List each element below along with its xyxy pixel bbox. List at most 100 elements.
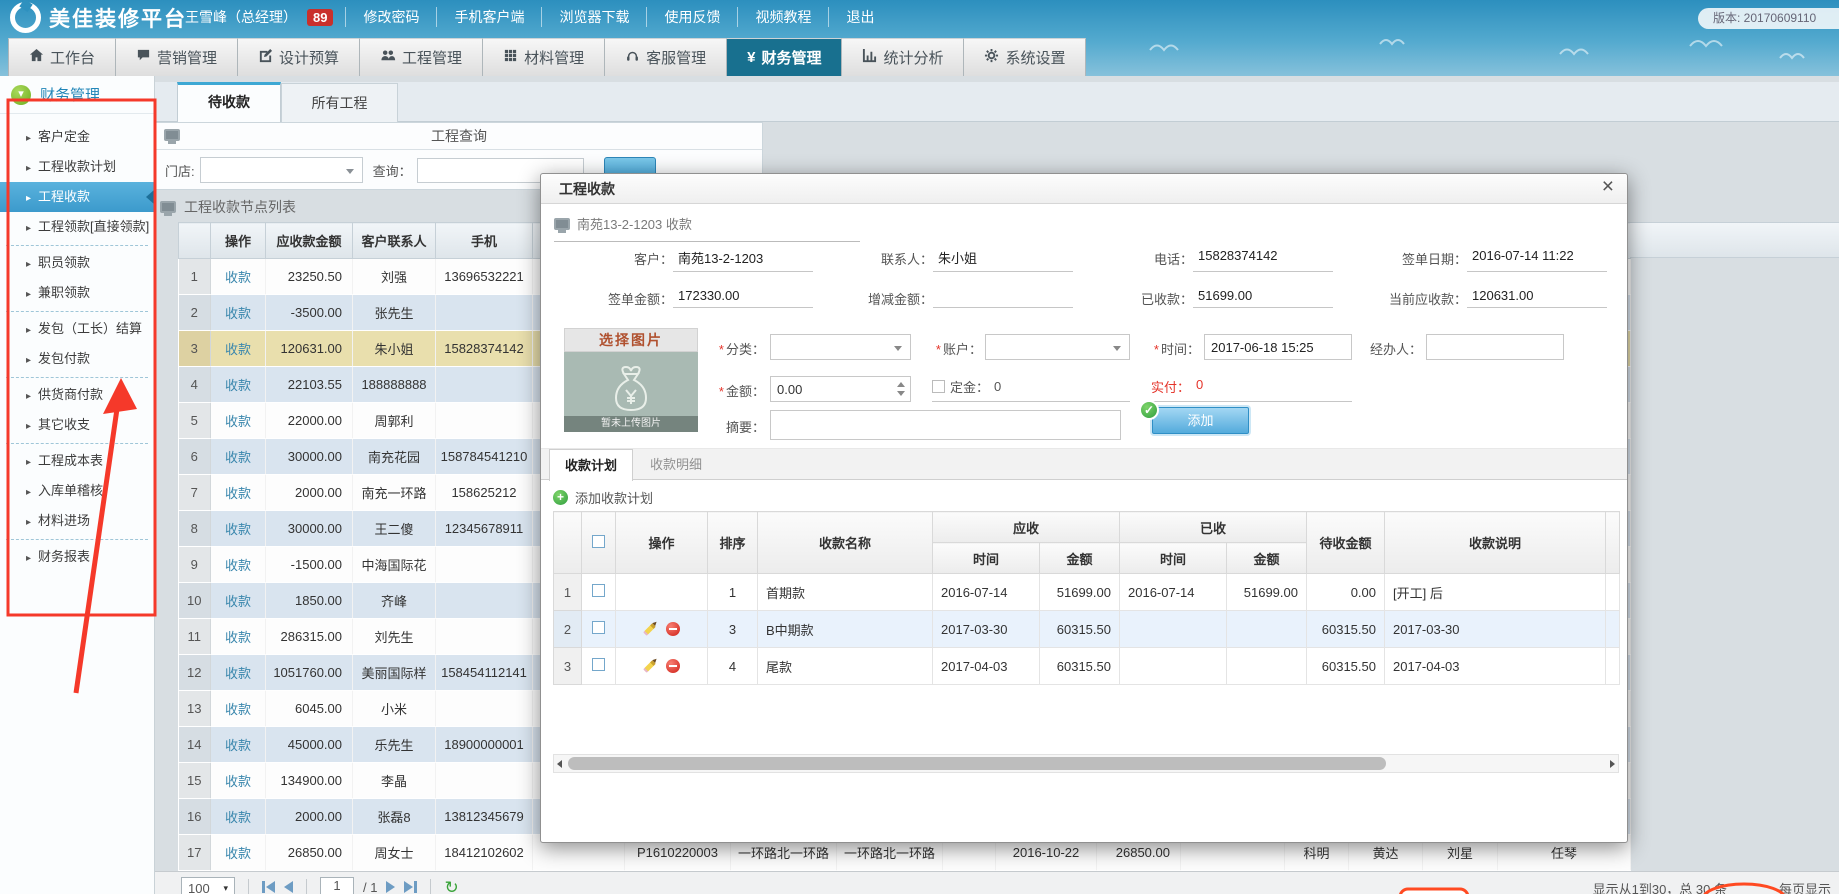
store-select[interactable]: [200, 157, 363, 183]
plan-row[interactable]: 23B中期款2017-03-3060315.5060315.502017-03-…: [554, 611, 1620, 648]
collect-link[interactable]: 收款: [225, 522, 251, 537]
user-name[interactable]: 王雪峰（总经理）: [185, 7, 297, 27]
sidebar-item[interactable]: ▸财务报表: [0, 542, 154, 572]
sidebar-item[interactable]: ▸供货商付款: [0, 380, 154, 410]
first-page-button[interactable]: [262, 881, 275, 893]
top-menu-item[interactable]: 视频教程: [737, 7, 828, 27]
stepper-down-icon[interactable]: [897, 391, 905, 396]
required-mark: *: [719, 384, 724, 399]
agent-input[interactable]: [1426, 334, 1564, 360]
collect-link[interactable]: 收款: [225, 738, 251, 753]
account-select[interactable]: [985, 334, 1130, 360]
row-checkbox[interactable]: [592, 621, 605, 634]
collect-link[interactable]: 收款: [225, 666, 251, 681]
tab-all-projects[interactable]: 所有工程: [281, 83, 398, 122]
sidebar-item[interactable]: ▸工程收款计划: [0, 152, 154, 182]
sidebar-item[interactable]: ▸发包付款: [0, 344, 154, 374]
nav-tab-9[interactable]: 系统设置: [964, 38, 1086, 76]
sidebar-item[interactable]: ▸发包（工长）结算: [0, 314, 154, 344]
plan-row[interactable]: 34尾款2017-04-0360315.5060315.502017-04-03: [554, 648, 1620, 685]
nav-tab-8[interactable]: 统计分析: [842, 38, 964, 76]
field-label: 签单日期：: [1341, 248, 1467, 272]
delete-icon[interactable]: [666, 659, 680, 673]
sidebar-item-label: 工程收款: [38, 189, 90, 204]
tab-payment-plan[interactable]: 收款计划: [549, 449, 633, 481]
amount-stepper[interactable]: 0.00: [770, 376, 911, 402]
top-menu-item[interactable]: 修改密码: [345, 7, 436, 27]
collect-link[interactable]: 收款: [225, 450, 251, 465]
tab-pending-receivables[interactable]: 待收款: [177, 82, 281, 122]
sidebar-item[interactable]: ▸材料进场: [0, 506, 154, 536]
table-cell: 22000.00: [266, 403, 353, 439]
stepper-up-icon[interactable]: [897, 382, 905, 387]
nav-tab-4[interactable]: 工程管理: [360, 38, 483, 76]
nav-tab-7[interactable]: ¥财务管理: [727, 38, 842, 76]
collect-link[interactable]: 收款: [225, 342, 251, 357]
recv-time-cell: 2016-07-14: [1120, 574, 1227, 611]
collect-link[interactable]: 收款: [225, 306, 251, 321]
sidebar-item[interactable]: ▸工程成本表: [0, 446, 154, 476]
page-size-select[interactable]: 100 ▾: [181, 877, 235, 894]
plan-row[interactable]: 11首期款2016-07-1451699.002016-07-1451699.0…: [554, 574, 1620, 611]
edit-icon[interactable]: [643, 623, 656, 636]
prev-page-button[interactable]: [284, 881, 293, 893]
collect-link[interactable]: 收款: [225, 414, 251, 429]
dropdown-icon: ▾: [223, 883, 228, 894]
page-number-input[interactable]: 1: [320, 877, 354, 894]
next-page-button[interactable]: [386, 881, 395, 893]
due-time-cell: 2017-04-03: [933, 648, 1040, 685]
scrollbar-thumb[interactable]: [568, 757, 1386, 770]
column-header: 手机: [436, 223, 533, 259]
top-menu-item[interactable]: 浏览器下载: [541, 7, 646, 27]
tab-payment-detail[interactable]: 收款明细: [636, 449, 716, 481]
collect-link[interactable]: 收款: [225, 630, 251, 645]
sidebar-item[interactable]: ▸兼职领款: [0, 278, 154, 308]
top-menu-item[interactable]: 退出: [828, 7, 891, 27]
nav-tab-1[interactable]: 工作台: [8, 38, 116, 76]
collect-link[interactable]: 收款: [225, 558, 251, 573]
scroll-right-icon[interactable]: [1610, 760, 1615, 768]
edit-icon[interactable]: [643, 660, 656, 673]
delete-icon[interactable]: [666, 622, 680, 636]
deposit-checkbox[interactable]: [932, 380, 945, 393]
nav-tab-5[interactable]: 材料管理: [483, 38, 605, 76]
collect-link[interactable]: 收款: [225, 378, 251, 393]
category-select[interactable]: [770, 334, 911, 360]
horizontal-scrollbar[interactable]: [553, 754, 1619, 773]
notification-badge[interactable]: 89: [307, 9, 333, 26]
add-payment-button[interactable]: 添加: [1152, 407, 1249, 434]
sidebar-header[interactable]: ▾ 财务管理: [0, 76, 154, 114]
sidebar-item[interactable]: ▸其它收支: [0, 410, 154, 440]
sidebar-item[interactable]: ▸工程收款: [0, 182, 154, 212]
nav-tab-2[interactable]: 营销管理: [116, 38, 238, 76]
collect-link[interactable]: 收款: [225, 270, 251, 285]
summary-input[interactable]: [770, 410, 1121, 440]
collect-link[interactable]: 收款: [225, 774, 251, 789]
collect-link[interactable]: 收款: [225, 846, 251, 861]
close-icon[interactable]: ×: [1602, 175, 1614, 199]
select-all-checkbox[interactable]: [592, 535, 605, 548]
add-plan-link[interactable]: + 添加收款计划: [553, 488, 653, 507]
scroll-left-icon[interactable]: [557, 760, 562, 768]
image-upload[interactable]: 选择图片 暂未上传图片: [564, 328, 698, 432]
collect-link[interactable]: 收款: [225, 810, 251, 825]
refresh-icon[interactable]: ↻: [444, 878, 458, 894]
time-input[interactable]: 2017-06-18 15:25: [1204, 334, 1352, 360]
sidebar-item[interactable]: ▸入库单稽核: [0, 476, 154, 506]
top-menu-item[interactable]: 手机客户端: [436, 7, 541, 27]
collapse-icon[interactable]: ▾: [11, 85, 31, 105]
row-checkbox[interactable]: [592, 584, 605, 597]
collect-link[interactable]: 收款: [225, 486, 251, 501]
row-checkbox[interactable]: [592, 658, 605, 671]
collect-link[interactable]: 收款: [225, 702, 251, 717]
sidebar-item[interactable]: ▸工程领款[直接领款]: [0, 212, 154, 242]
last-page-button[interactable]: [404, 881, 417, 893]
collect-link[interactable]: 收款: [225, 594, 251, 609]
column-header: 应收款金额: [266, 223, 353, 259]
nav-tab-3[interactable]: 设计预算: [238, 38, 360, 76]
sidebar-item[interactable]: ▸客户定金: [0, 122, 154, 152]
top-menu-item[interactable]: 使用反馈: [646, 7, 737, 27]
choose-image-button[interactable]: 选择图片: [564, 328, 698, 352]
nav-tab-6[interactable]: 客服管理: [605, 38, 727, 76]
sidebar-item[interactable]: ▸职员领款: [0, 248, 154, 278]
